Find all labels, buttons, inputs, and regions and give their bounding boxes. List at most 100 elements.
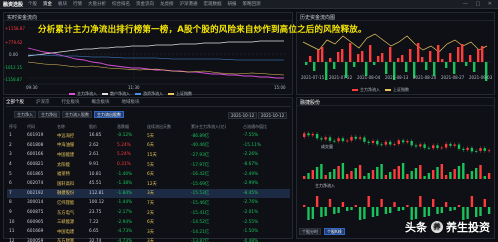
date-from-field[interactable]: 2021-10-12: [228, 112, 258, 119]
candle-body: [380, 144, 383, 146]
table-cell: 4: [9, 162, 12, 168]
col-rank[interactable]: 序号: [7, 122, 25, 131]
menu-item-liuxiang[interactable]: 资金流向: [136, 1, 154, 7]
table-row[interactable]: 11 601669 中国电建 6.65 -4.73% 3天 -14.21亿 -1.50%: [7, 227, 290, 237]
col-ratio[interactable]: 占流通市值比: [241, 122, 290, 131]
col-change[interactable]: 涨跌幅: [115, 122, 145, 131]
table-row[interactable]: 5 601865 福莱特 10.81 -1.40% 6天 -16.42亿 -2.49%: [7, 169, 290, 179]
hist-legend-index: 上证指数: [393, 87, 409, 92]
history-bar: [457, 47, 460, 62]
history-bar: [317, 50, 320, 62]
table-cell: 0.31%: [117, 162, 131, 168]
hot-money-line: [28, 54, 284, 61]
table-row[interactable]: 4 600821 太阳能 9.91 0.31% 5天 -17.97亿 -8.67%: [7, 160, 290, 170]
subtab-main-in[interactable]: 主力净入: [14, 111, 36, 118]
col-days[interactable]: 连续流出天数: [145, 122, 189, 131]
volume-bar: [436, 167, 439, 179]
tab-hushen[interactable]: 沪深京: [36, 99, 50, 105]
menu-item-hgt[interactable]: 沪深港通: [180, 1, 198, 7]
table-cell: 3天: [147, 239, 155, 242]
volume-bar: [354, 168, 357, 179]
volume-bar: [315, 167, 319, 179]
headline-caption: 分析累计主力净流出排行榜第一榜，A股个股的风险来自炒作到高位之后的风险释放。: [38, 25, 367, 35]
menu-item-longhu[interactable]: 龙虎榜: [160, 1, 174, 7]
history-bar: [477, 49, 480, 62]
col-price[interactable]: 股价: [87, 122, 115, 131]
table-cell: -17.97亿: [191, 162, 210, 168]
menu-item-celue[interactable]: 策略回测: [243, 1, 261, 7]
table-cell: -1.50%: [243, 229, 259, 235]
volume-bar: [487, 173, 491, 179]
table-row[interactable]: 8 300014 亿纬锂能 100.12 -1.44% 7天 -15.46亿 -2.76%: [7, 198, 290, 208]
flow-bar: [423, 207, 426, 217]
candle-body: [371, 140, 375, 143]
table-cell: 15天: [147, 152, 157, 158]
watermark-name: 养生投资: [446, 221, 490, 234]
volume-bar: [423, 176, 426, 179]
candle-body: [346, 140, 349, 142]
flow-bar: [376, 207, 379, 216]
volume-bar: [444, 175, 448, 179]
date-to-field[interactable]: 2021-10-12: [258, 112, 288, 119]
subtab-in-count[interactable]: 主力流入股数: [62, 111, 92, 118]
table-cell: -1.38%: [117, 181, 133, 187]
table-row[interactable]: 3 600166 中国能建 2.61 5.24% 15天 -27.93亿 -2.26%: [7, 150, 290, 160]
tab-concept[interactable]: 概念板块: [92, 99, 110, 105]
history-bar: [417, 43, 420, 62]
candle-body: [367, 141, 370, 143]
candle-body: [324, 137, 327, 140]
col-net-outflow[interactable]: 累计主力净流入(亿): [189, 122, 241, 131]
flow-bar: [333, 207, 336, 214]
table-cell: 5天: [147, 162, 155, 168]
table-row[interactable]: 10 600905 三峡能源 7.22 -2.94% 6天 -14.52亿 -2.55%: [7, 217, 290, 227]
table-cell: -13.87亿: [191, 239, 210, 242]
table-cell: 3天: [147, 229, 155, 235]
candle-body: [475, 151, 478, 152]
menu-item-dapan[interactable]: 大盘分析: [88, 1, 106, 7]
table-row[interactable]: 7 002192 融捷股份 112.81 -1.84% 3天 -15.53亿 -8.45%: [7, 188, 290, 199]
hist-x-5: 2021-08-20: [413, 75, 437, 80]
menu-item-hangqing[interactable]: 行情: [73, 1, 82, 7]
bottom-tab-kline[interactable]: 个股K线: [324, 228, 345, 235]
volume-bar: [307, 173, 310, 179]
history-bar: [433, 62, 436, 76]
menu-item-yanbao[interactable]: 研报: [228, 1, 237, 7]
flow-bar: [320, 207, 323, 217]
index-line: [27, 61, 285, 76]
history-bar: [473, 62, 476, 72]
history-bar: [421, 57, 424, 62]
volume-bar: [341, 163, 345, 179]
table-cell: 100.12: [89, 200, 105, 206]
table-cell: 中国能建: [57, 152, 75, 158]
table-row[interactable]: 2 601808 中海油服 2.62 5.24% 6天 -40.46亿 -15.11%: [7, 141, 290, 151]
menu-item-bankuai[interactable]: 板块: [58, 1, 67, 7]
menu-item-zijin[interactable]: 资金: [43, 1, 52, 7]
x-label-3: 15:00: [274, 85, 286, 90]
window-controls[interactable]: — □ ✕: [463, 1, 495, 7]
table-cell: -1.44%: [117, 200, 133, 206]
col-code[interactable]: 代码: [25, 122, 55, 131]
menu-item-hongguan[interactable]: 宏观数据: [204, 1, 222, 7]
table-row[interactable]: 9 600875 东方电气 23.75 -2.17% 2天 -15.41亿 -2.01%: [7, 208, 290, 218]
table-cell: -14.21亿: [191, 229, 210, 235]
history-bar: [381, 53, 384, 62]
volume-bar: [406, 174, 409, 179]
history-bar: [445, 62, 448, 68]
table-row[interactable]: 1 601919 中远海控 16.85 -0.12% 5天 -86.89亿 -7.55%: [7, 131, 290, 141]
subtab-out-count[interactable]: 主力流出股数: [94, 111, 124, 118]
hist-legend-main: 主力净流入: [360, 87, 380, 92]
table-row[interactable]: 6 002074 国轩高科 45.51 -1.38% 12天 -15.69亿 -2.99%: [7, 179, 290, 189]
subtab-main-out[interactable]: 主力净出: [38, 111, 60, 118]
candle-body: [406, 141, 409, 143]
menu-item-gegu[interactable]: 个股: [28, 1, 37, 7]
col-name[interactable]: 名称: [55, 122, 87, 131]
tab-industry[interactable]: 行业板块: [62, 99, 80, 105]
bottom-tab-intraday[interactable]: 个股分时: [299, 228, 321, 235]
menu-item-paiming[interactable]: 综合排名: [112, 1, 130, 7]
volume-bar: [466, 174, 469, 179]
tab-region[interactable]: 地域板块: [122, 99, 140, 105]
table-cell: 002192: [25, 188, 55, 199]
tab-all-stocks[interactable]: 全部个股: [6, 99, 24, 105]
volume-bar: [479, 165, 482, 179]
table-row[interactable]: 12 300059 东方财富 32.74 -4.73% 3天 -13.87亿 -0.48%: [7, 237, 290, 242]
